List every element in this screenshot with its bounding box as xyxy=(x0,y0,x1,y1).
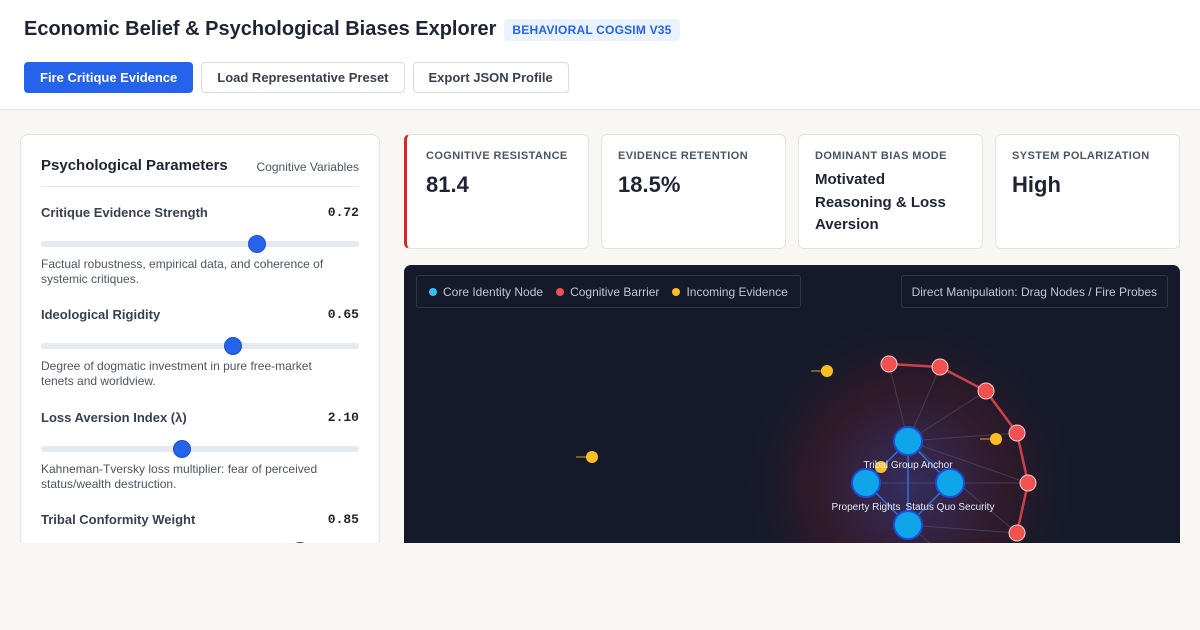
param-label: Tribal Conformity Weight xyxy=(41,512,196,527)
toolbar: Fire Critique Evidence Load Representati… xyxy=(24,62,569,93)
param-description: Factual robustness, empirical data, and … xyxy=(41,257,324,286)
legend-label: Incoming Evidence xyxy=(686,284,788,299)
barrier-node[interactable] xyxy=(931,358,949,376)
evidence-probe[interactable] xyxy=(821,365,833,377)
fire-critique-evidence-button[interactable]: Fire Critique Evidence xyxy=(24,62,194,93)
param-label: Critique Evidence Strength xyxy=(41,205,208,220)
panel-subtitle: Cognitive Variables xyxy=(256,160,360,174)
slider-thumb[interactable] xyxy=(247,235,266,253)
barrier-node[interactable] xyxy=(1008,524,1026,542)
evidence-probe[interactable] xyxy=(586,451,598,463)
slider-thumb[interactable] xyxy=(224,337,243,355)
title-row: Economic Belief & Psychological Biases E… xyxy=(24,18,680,41)
stat-card-evidence-retention: EVIDENCE RETENTION 18.5% xyxy=(601,134,786,249)
stat-value: 18.5% xyxy=(618,172,681,197)
stat-card-cognitive-resistance: COGNITIVE RESISTANCE 81.4 xyxy=(404,134,589,249)
critique-strength-slider[interactable] xyxy=(41,235,359,253)
barrier-node[interactable] xyxy=(977,382,995,400)
node-label-property-rights: Property Rights xyxy=(832,502,901,513)
param-value: 0.72 xyxy=(327,205,359,220)
stat-card-system-polarization: SYSTEM POLARIZATION High xyxy=(995,134,1180,249)
barrier-node[interactable] xyxy=(1008,424,1026,442)
barrier-node[interactable] xyxy=(880,355,898,373)
stat-value: High xyxy=(1012,172,1061,197)
page-background xyxy=(0,543,1200,630)
param-value: 2.10 xyxy=(327,410,359,425)
node-label-tribal-group-anchor: Tribal Group Anchor xyxy=(863,460,953,471)
stat-label: DOMINANT BIAS MODE xyxy=(815,150,947,162)
core-node-status-quo-security[interactable] xyxy=(935,468,965,498)
param-label: Loss Aversion Index (λ) xyxy=(41,410,187,425)
evidence-dot-icon xyxy=(672,287,681,296)
load-preset-button[interactable]: Load Representative Preset xyxy=(201,62,405,93)
panel-header: Psychological Parameters Cognitive Varia… xyxy=(41,157,359,187)
barrier-node[interactable] xyxy=(1019,474,1037,492)
legend-label: Core Identity Node xyxy=(443,284,544,299)
graph-legend: Core Identity Node Cognitive Barrier Inc… xyxy=(416,275,801,308)
param-description: Kahneman-Tversky loss multiplier: fear o… xyxy=(41,462,318,491)
evidence-probe[interactable] xyxy=(990,433,1002,445)
param-value: 0.85 xyxy=(327,512,359,527)
version-badge: BEHAVIORAL COGSIM V35 xyxy=(504,18,680,41)
app-header: Economic Belief & Psychological Biases E… xyxy=(0,0,1200,110)
export-json-button[interactable]: Export JSON Profile xyxy=(412,62,569,93)
page-title: Economic Belief & Psychological Biases E… xyxy=(24,18,497,40)
stat-card-dominant-bias-mode: DOMINANT BIAS MODE Motivated Reasoning &… xyxy=(798,134,983,249)
stat-value: 81.4 xyxy=(426,172,469,197)
param-label: Ideological Rigidity xyxy=(41,307,161,322)
stat-label: SYSTEM POLARIZATION xyxy=(1012,150,1150,162)
stat-value: Motivated Reasoning & Loss Aversion xyxy=(815,171,946,233)
slider-thumb[interactable] xyxy=(173,440,192,458)
stat-label: COGNITIVE RESISTANCE xyxy=(426,150,568,162)
core-dot-icon xyxy=(429,287,437,296)
stat-label: EVIDENCE RETENTION xyxy=(618,150,749,162)
legend-item-evidence: Incoming Evidence xyxy=(672,284,788,299)
panel-title: Psychological Parameters xyxy=(41,157,228,174)
belief-network-canvas[interactable]: Tribal Group Anchor Property Rights Stat… xyxy=(404,265,1180,555)
loss-aversion-slider[interactable] xyxy=(41,440,359,458)
param-value: 0.65 xyxy=(327,307,359,322)
ideological-rigidity-slider[interactable] xyxy=(41,337,359,355)
barrier-dot-icon xyxy=(556,287,565,296)
node-label-status-quo-security: Status Quo Security xyxy=(906,502,995,513)
legend-item-barrier: Cognitive Barrier xyxy=(556,285,659,299)
param-description: Degree of dogmatic investment in pure fr… xyxy=(41,359,312,388)
parameters-panel: Psychological Parameters Cognitive Varia… xyxy=(20,134,380,554)
legend-label: Cognitive Barrier xyxy=(570,284,660,299)
network-graph[interactable]: Tribal Group Anchor Property Rights Stat… xyxy=(404,265,1180,555)
legend-item-core: Core Identity Node xyxy=(429,285,543,299)
manipulation-hint: Direct Manipulation: Drag Nodes / Fire P… xyxy=(900,275,1168,308)
core-node-property-rights[interactable] xyxy=(851,468,881,498)
core-node[interactable] xyxy=(893,510,923,540)
core-node-tribal-group-anchor[interactable] xyxy=(893,426,923,456)
